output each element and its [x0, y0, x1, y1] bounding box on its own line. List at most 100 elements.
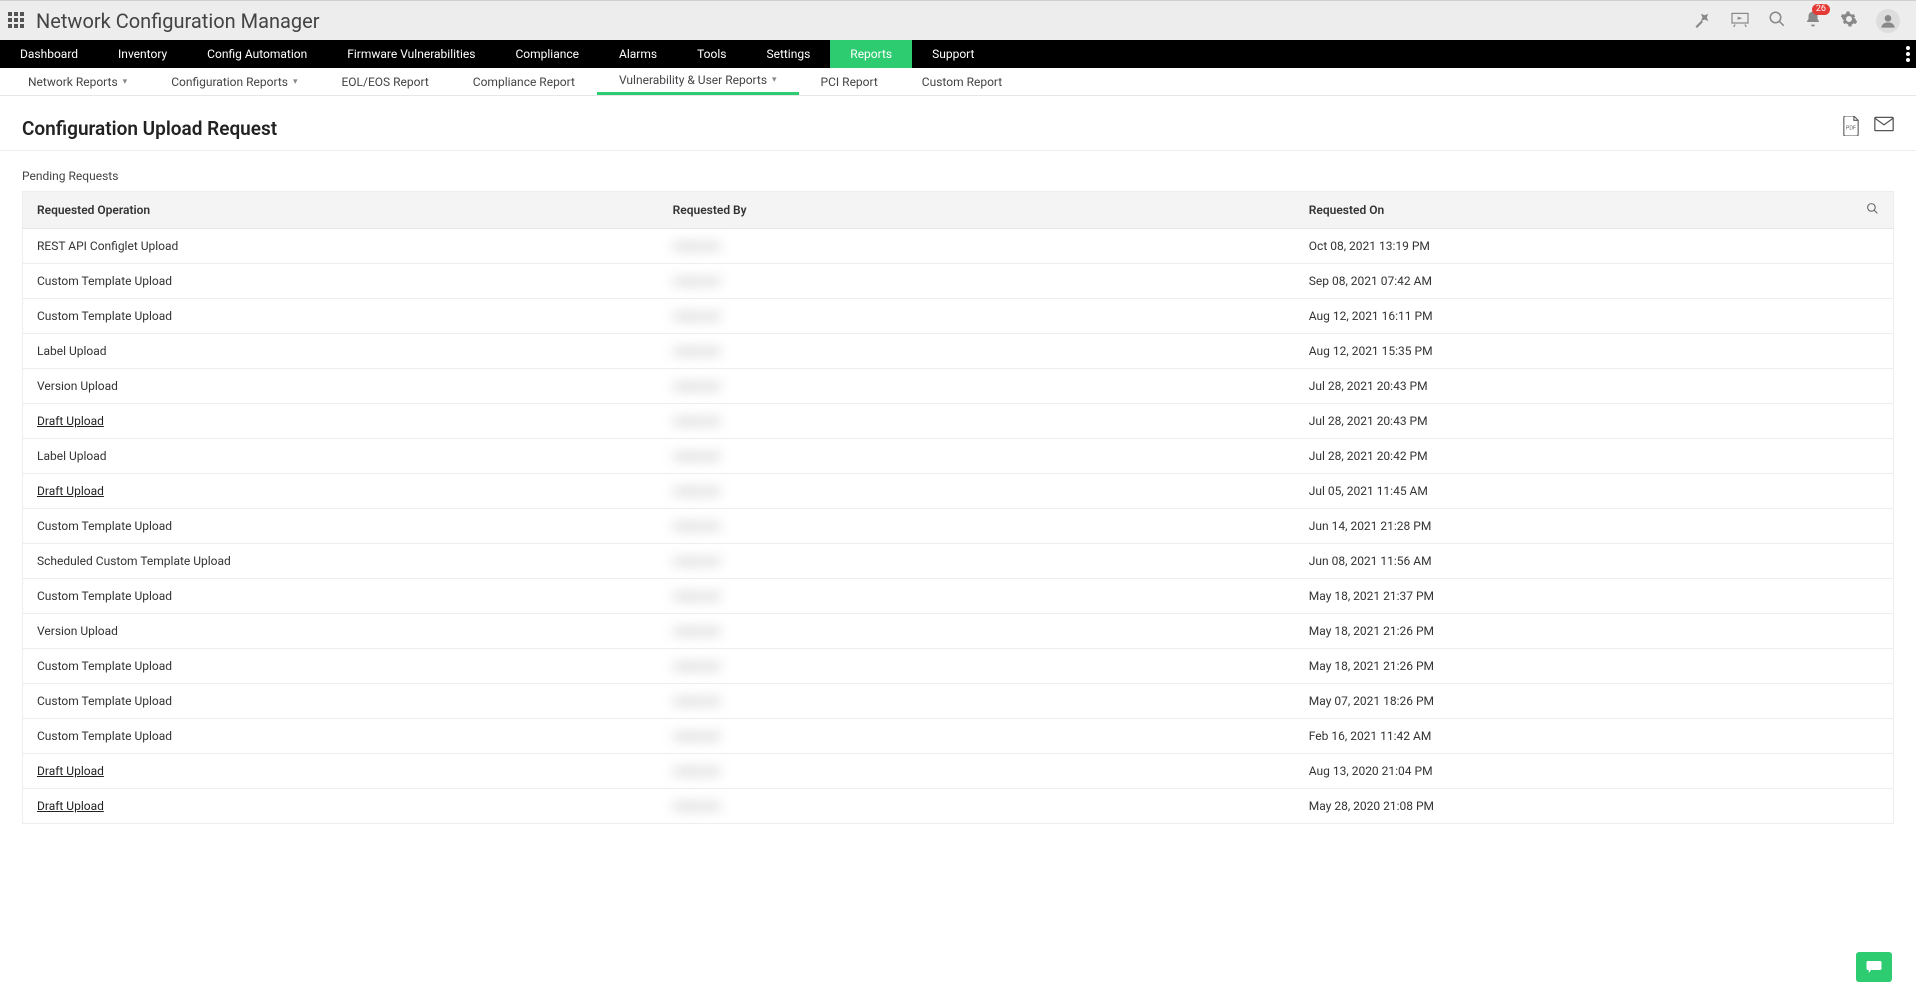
search-icon[interactable] [1768, 10, 1786, 32]
cell-requested-on: Jul 28, 2021 20:42 PM [1295, 439, 1838, 474]
subnav-item-compliance-report[interactable]: Compliance Report [451, 68, 597, 95]
settings-icon[interactable] [1840, 10, 1858, 32]
notifications-icon[interactable]: 26 [1804, 10, 1822, 32]
cell-spacer [1837, 649, 1893, 684]
apps-menu-icon[interactable] [8, 12, 26, 30]
operation-link[interactable]: Draft Upload [37, 799, 104, 813]
subnav-item-pci-report[interactable]: PCI Report [799, 68, 900, 95]
nav-item-settings[interactable]: Settings [746, 40, 830, 68]
nav-item-config-automation[interactable]: Config Automation [187, 40, 327, 68]
nav-item-alarms[interactable]: Alarms [599, 40, 677, 68]
cell-spacer [1837, 334, 1893, 369]
cell-operation: Version Upload [23, 369, 659, 404]
cell-requested-by: redacted [659, 579, 1295, 614]
nav-item-reports[interactable]: Reports [830, 40, 912, 68]
subnav-item-vulnerability-user-reports[interactable]: Vulnerability & User Reports ▾ [597, 68, 799, 95]
export-pdf-icon[interactable]: PDF [1842, 116, 1860, 140]
cell-requested-on: Jul 28, 2021 20:43 PM [1295, 404, 1838, 439]
cell-operation[interactable]: Draft Upload [23, 474, 659, 509]
operation-link[interactable]: Draft Upload [37, 484, 104, 498]
projector-icon[interactable] [1730, 11, 1750, 31]
nav-item-dashboard[interactable]: Dashboard [0, 40, 98, 68]
subnav-item-configuration-reports[interactable]: Configuration Reports▾ [149, 68, 319, 95]
cell-operation: Version Upload [23, 614, 659, 649]
cell-requested-by: redacted [659, 684, 1295, 719]
chat-support-button[interactable] [1856, 952, 1892, 982]
redacted-text: redacted [673, 344, 720, 358]
operation-link[interactable]: Draft Upload [37, 764, 104, 778]
subnav: Network Reports▾Configuration Reports▾ EO… [0, 68, 1916, 96]
cell-spacer [1837, 789, 1893, 824]
cell-requested-on: May 18, 2021 21:26 PM [1295, 649, 1838, 684]
cell-spacer [1837, 439, 1893, 474]
cell-spacer [1837, 544, 1893, 579]
cell-requested-on: Sep 08, 2021 07:42 AM [1295, 264, 1838, 299]
cell-requested-on: May 28, 2020 21:08 PM [1295, 789, 1838, 824]
table-row: Draft UploadredactedJul 28, 2021 20:43 P… [23, 404, 1894, 439]
nav-item-support[interactable]: Support [912, 40, 994, 68]
cell-requested-by: redacted [659, 719, 1295, 754]
table-row: Custom Template UploadredactedJun 14, 20… [23, 509, 1894, 544]
redacted-text: redacted [673, 484, 720, 498]
cell-operation: Custom Template Upload [23, 684, 659, 719]
nav-item-firmware-vulnerabilities[interactable]: Firmware Vulnerabilities [327, 40, 495, 68]
subnav-item-network-reports[interactable]: Network Reports▾ [6, 68, 149, 95]
cell-requested-by: redacted [659, 789, 1295, 824]
cell-spacer [1837, 579, 1893, 614]
nav-item-tools[interactable]: Tools [677, 40, 746, 68]
nav-item-inventory[interactable]: Inventory [98, 40, 187, 68]
col-header-requested-by[interactable]: Requested By [659, 192, 1295, 229]
cell-operation[interactable]: Draft Upload [23, 404, 659, 439]
cell-operation[interactable]: Draft Upload [23, 789, 659, 824]
cell-spacer [1837, 684, 1893, 719]
nav-overflow-icon[interactable] [1906, 40, 1910, 68]
cell-requested-by: redacted [659, 649, 1295, 684]
quick-launch-icon[interactable] [1694, 10, 1712, 32]
subnav-item-label: Vulnerability & User Reports [619, 73, 767, 87]
top-right: 26 [1694, 9, 1908, 33]
subnav-item-eol-eos-report[interactable]: EOL/EOS Report [319, 68, 450, 95]
cell-spacer [1837, 369, 1893, 404]
cell-operation: Label Upload [23, 439, 659, 474]
email-icon[interactable] [1874, 116, 1894, 140]
redacted-text: redacted [673, 449, 720, 463]
cell-requested-on: Jun 08, 2021 11:56 AM [1295, 544, 1838, 579]
cell-operation[interactable]: Draft Upload [23, 754, 659, 789]
cell-requested-by: redacted [659, 369, 1295, 404]
chevron-down-icon: ▾ [772, 75, 777, 85]
cell-operation: Custom Template Upload [23, 579, 659, 614]
operation-link[interactable]: Draft Upload [37, 414, 104, 428]
cell-requested-by: redacted [659, 754, 1295, 789]
table-row: Custom Template UploadredactedFeb 16, 20… [23, 719, 1894, 754]
content: Pending Requests Requested Operation Req… [0, 151, 1916, 842]
cell-operation: Custom Template Upload [23, 264, 659, 299]
cell-requested-by: redacted [659, 474, 1295, 509]
cell-operation: Custom Template Upload [23, 719, 659, 754]
chevron-down-icon: ▾ [123, 77, 128, 87]
cell-operation: Custom Template Upload [23, 509, 659, 544]
cell-spacer [1837, 474, 1893, 509]
user-avatar[interactable] [1876, 9, 1900, 33]
col-header-operation[interactable]: Requested Operation [23, 192, 659, 229]
cell-requested-on: May 18, 2021 21:37 PM [1295, 579, 1838, 614]
redacted-text: redacted [673, 309, 720, 323]
col-header-requested-on[interactable]: Requested On [1295, 192, 1838, 229]
nav-item-compliance[interactable]: Compliance [495, 40, 599, 68]
cell-operation: Custom Template Upload [23, 299, 659, 334]
subnav-item-custom-report[interactable]: Custom Report [900, 68, 1024, 95]
table-row: Draft Upload redactedMay 28, 2020 21:08 P… [23, 789, 1894, 824]
cell-requested-by: redacted [659, 264, 1295, 299]
app-title: Network Configuration Manager [36, 9, 320, 33]
cell-requested-by: redacted [659, 299, 1295, 334]
cell-requested-on: May 07, 2021 18:26 PM [1295, 684, 1838, 719]
cell-requested-on: Aug 13, 2020 21:04 PM [1295, 754, 1838, 789]
cell-spacer [1837, 754, 1893, 789]
cell-requested-on: Jun 14, 2021 21:28 PM [1295, 509, 1838, 544]
subnav-item-label: EOL/EOS Report [341, 75, 428, 89]
redacted-text: redacted [673, 379, 720, 393]
cell-requested-by: redacted [659, 229, 1295, 264]
nav-main: DashboardInventoryConfig AutomationFirmw… [0, 40, 1916, 68]
table-search-icon[interactable] [1837, 192, 1893, 229]
cell-requested-by: redacted [659, 544, 1295, 579]
redacted-text: redacted [673, 764, 720, 778]
